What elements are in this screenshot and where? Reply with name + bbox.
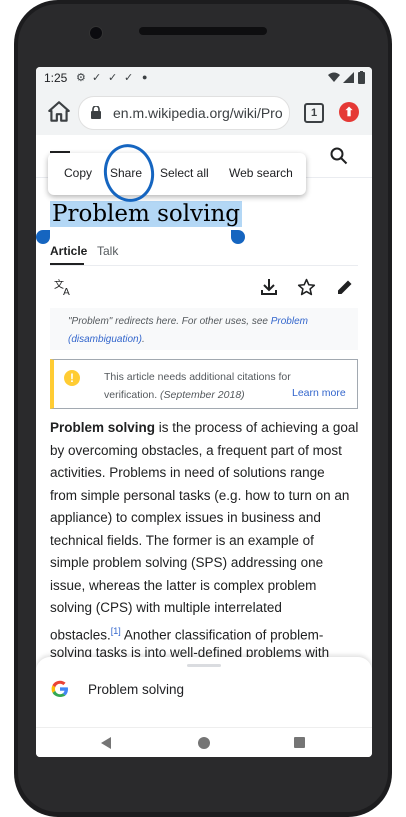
- paragraph-text: is the process of achieving a goal: [155, 420, 359, 435]
- paragraph-line: Problem solving is the process of achiev…: [50, 417, 360, 440]
- paragraph-line: appliance) to complex issues in business…: [50, 510, 321, 525]
- tab-article[interactable]: Article: [50, 244, 87, 258]
- notice-line: This article needs additional citations …: [104, 371, 291, 383]
- disambiguation-link[interactable]: Problem: [271, 316, 308, 327]
- wifi-icon: [328, 72, 340, 82]
- browser-toolbar: en.m.wikipedia.org/wiki/Pro 1 ⬆: [36, 89, 372, 135]
- paragraph-line: activities. Problems in need of solution…: [50, 465, 325, 480]
- paragraph-text: obstacles.: [50, 627, 111, 642]
- home-icon[interactable]: [46, 99, 72, 125]
- language-icon[interactable]: 文A: [54, 278, 74, 296]
- paragraph-line: solving (CPS) with multiple interrelated: [50, 600, 282, 615]
- front-camera: [89, 26, 103, 40]
- earpiece-speaker: [139, 27, 267, 35]
- warning-icon: [64, 370, 80, 386]
- notice-line: verification.: [104, 389, 158, 401]
- battery-icon: [358, 71, 365, 84]
- download-done-icon: ✓: [108, 72, 118, 84]
- device-screen: 1:25 ⚙ ✓ ✓ ✓ ● en.m.wikipedia.org/wiki/P…: [36, 67, 372, 757]
- google-g-icon: [51, 680, 68, 697]
- download-icon[interactable]: [260, 278, 278, 296]
- status-time: 1:25: [44, 71, 68, 85]
- paragraph-line: by overcoming obstacles, a frequent part…: [50, 442, 342, 458]
- recents-icon[interactable]: [294, 737, 305, 748]
- drag-handle[interactable]: [187, 664, 221, 667]
- notification-dot-icon: ●: [142, 72, 148, 82]
- download-done-icon: ✓: [92, 72, 102, 84]
- system-nav-bar: [36, 727, 372, 757]
- hatnote-text: .: [141, 334, 145, 345]
- search-icon[interactable]: [330, 147, 348, 165]
- contextual-search-bar[interactable]: Problem solving: [36, 657, 372, 727]
- status-bar: 1:25 ⚙ ✓ ✓ ✓ ●: [36, 67, 372, 89]
- web-search-menu-item[interactable]: Web search: [229, 166, 293, 180]
- url-text[interactable]: en.m.wikipedia.org/wiki/Pro: [113, 105, 283, 121]
- paragraph-line: technical fields. The former is an examp…: [50, 532, 314, 548]
- tab-switcher-button[interactable]: 1: [304, 103, 324, 123]
- settings-icon: ⚙: [76, 72, 86, 84]
- paragraph-text: Another classification of problem-: [120, 627, 324, 642]
- update-available-icon[interactable]: ⬆: [339, 102, 359, 122]
- edit-pencil-icon[interactable]: [336, 278, 354, 296]
- address-bar[interactable]: en.m.wikipedia.org/wiki/Pro: [78, 96, 290, 130]
- text-selection-menu: Copy Share Select all Web search: [48, 153, 306, 195]
- paragraph-line: from simple personal tasks (e.g. how to …: [50, 487, 350, 503]
- learn-more-link[interactable]: Learn more: [292, 387, 346, 399]
- paragraph-line: issue, whereas the latter is complex pro…: [50, 577, 317, 593]
- paragraph-line: simple problem solving (SPS) addressing …: [50, 555, 324, 570]
- star-icon[interactable]: [297, 278, 316, 296]
- back-icon[interactable]: [100, 737, 112, 749]
- bold-term: Problem solving: [50, 420, 156, 435]
- article-body: Problem solving is the process of achiev…: [50, 417, 360, 665]
- copy-menu-item[interactable]: Copy: [64, 166, 92, 180]
- paragraph-line: obstacles.[1] Another classification of …: [50, 620, 360, 643]
- tab-talk[interactable]: Talk: [97, 244, 118, 258]
- home-nav-icon[interactable]: [198, 737, 210, 749]
- cellular-signal-icon: [343, 72, 354, 83]
- notice-date: (September 2018): [160, 389, 245, 401]
- page-title[interactable]: Problem solving: [50, 201, 243, 227]
- search-term[interactable]: Problem solving: [88, 682, 184, 697]
- citation-link[interactable]: [1]: [111, 626, 121, 636]
- disambiguation-link[interactable]: (disambiguation): [68, 334, 142, 345]
- selection-end-handle[interactable]: [231, 230, 245, 244]
- citation-needed-notice[interactable]: This article needs additional citations …: [50, 359, 358, 409]
- select-all-menu-item[interactable]: Select all: [160, 166, 209, 180]
- divider: [50, 265, 358, 266]
- hatnote-text: "Problem" redirects here. For other uses…: [68, 316, 268, 327]
- download-done-icon: ✓: [124, 72, 134, 84]
- selection-start-handle[interactable]: [36, 230, 50, 244]
- hatnote: "Problem" redirects here. For other uses…: [50, 308, 358, 350]
- svg-text:A: A: [63, 287, 70, 296]
- lock-icon[interactable]: [91, 106, 101, 119]
